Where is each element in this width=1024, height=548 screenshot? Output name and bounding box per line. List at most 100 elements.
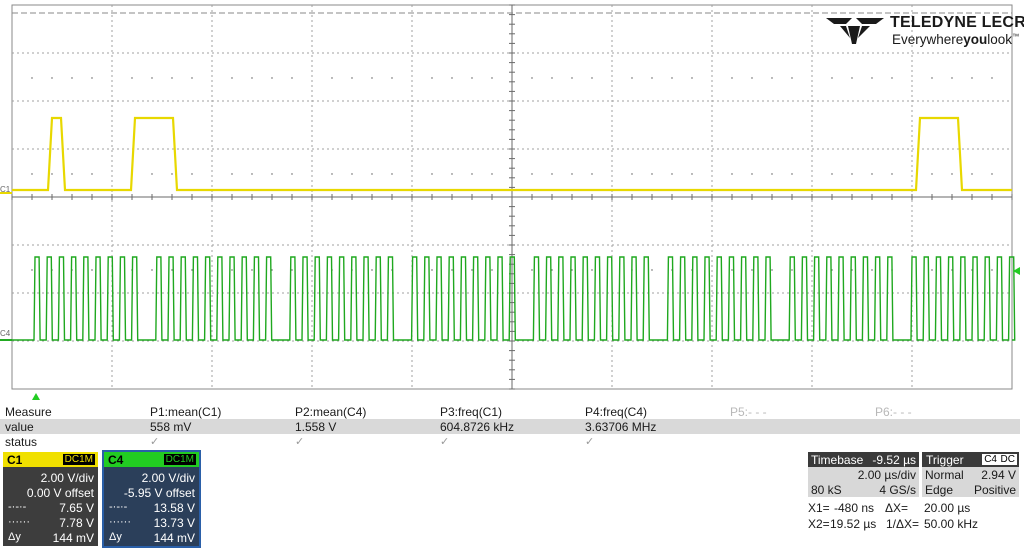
ch1-offset: 0.00 V offset [26, 486, 94, 500]
measure-value-row: value 558 mV 1.558 V 604.8726 kHz 3.6370… [0, 419, 1020, 434]
ch4-vdiv: 2.00 V/div [141, 471, 195, 485]
grid-dot [431, 173, 433, 175]
grid-dot [71, 173, 73, 175]
param-value: 1.558 V [295, 420, 337, 434]
ch1-ground-marker[interactable]: C1 [0, 185, 12, 194]
grid-dot [751, 269, 753, 271]
grid-dot [51, 173, 53, 175]
trigger-source: C4 [982, 454, 999, 465]
ch1-vdiv: 2.00 V/div [40, 471, 94, 485]
grid-dot [491, 77, 493, 79]
measurement-table[interactable]: Measure P1:mean(C1) P2:mean(C4) P3:freq(… [0, 404, 1020, 449]
cursor2-symbol: ······ [8, 516, 30, 528]
x2-value: 19.52 µs [830, 517, 877, 531]
grid-dot [371, 269, 373, 271]
inv-dx-value: 50.00 kHz [924, 517, 979, 531]
grid-dot [771, 77, 773, 79]
grid-dot [151, 173, 153, 175]
delta-y-label: Δy [8, 531, 21, 543]
param-name[interactable]: P5:- - - [730, 405, 767, 419]
ch1-marker-label: C1 [0, 185, 11, 194]
grid-dot [91, 173, 93, 175]
grid-dot [691, 173, 693, 175]
grid-dot [551, 173, 553, 175]
ch4-ground-marker[interactable]: C4 [0, 329, 12, 341]
grid-dot [991, 173, 993, 175]
timebase-rate: 4 GS/s [879, 483, 916, 497]
grid-dot [271, 77, 273, 79]
grid-dot [31, 269, 33, 271]
x1-value: -480 ns [834, 501, 875, 515]
grid-dot [691, 77, 693, 79]
grid-dot [571, 77, 573, 79]
ch1-cursor1-value: 7.65 V [59, 501, 94, 515]
grid-dot [551, 77, 553, 79]
dx-label: ΔX= [885, 501, 909, 515]
grid-dot [631, 173, 633, 175]
trigger-level: 2.94 V [981, 468, 1016, 482]
grid-dot [31, 77, 33, 79]
trigger-type: Edge [925, 483, 954, 497]
grid-dot [431, 269, 433, 271]
grid-dot [651, 269, 653, 271]
param-name[interactable]: P4:freq(C4) [585, 405, 647, 419]
grid-dot [991, 77, 993, 79]
param-name[interactable]: P1:mean(C1) [150, 405, 221, 419]
grid-dot [771, 173, 773, 175]
grid-dot [151, 269, 153, 271]
cursor-readout-x2: X2= 19.52 µs 1/ΔX= 50.00 kHz [808, 517, 1008, 532]
grid-dot [91, 269, 93, 271]
grid-dot [991, 269, 993, 271]
timebase-descriptor[interactable]: Timebase -9.52 µs 2.00 µs/div 80 kS 4 GS/… [808, 452, 919, 497]
x1-label: X1= [808, 501, 830, 515]
param-value: 604.8726 kHz [440, 420, 515, 434]
grid-dot [531, 173, 533, 175]
grid-dot [931, 269, 933, 271]
timebase-position: -9.52 µs [872, 453, 916, 467]
grid-dot [171, 173, 173, 175]
grid-dot [451, 77, 453, 79]
grid-dot [871, 77, 873, 79]
grid-dot [851, 173, 853, 175]
grid-dot [971, 77, 973, 79]
grid-dot [71, 77, 73, 79]
grid-dot [371, 77, 373, 79]
measure-row-label: Measure [5, 405, 52, 419]
grid-dot [331, 77, 333, 79]
grid-dot [271, 173, 273, 175]
cursor1-symbol: -·-·- [8, 501, 27, 513]
grid-dot [531, 77, 533, 79]
ch1-cursor2-value: 7.78 V [59, 516, 94, 530]
ch4-coupling: DC1M [163, 454, 196, 465]
trigger-position-marker[interactable] [32, 393, 40, 400]
channel-4-descriptor[interactable]: C4 DC1M 2.00 V/div -5.95 V offset -·-·- 13… [102, 450, 201, 548]
ch4-cursor2-value: 13.73 V [153, 516, 195, 530]
grid-dot [471, 269, 473, 271]
grid-dot [971, 173, 973, 175]
brand-tagline: Everywhereyoulook™ [892, 32, 1020, 47]
grid-dot [571, 173, 573, 175]
cursor2-symbol: ······ [109, 516, 131, 528]
grid-dot [791, 269, 793, 271]
waveform-grid[interactable]: C1 C4 [0, 0, 1024, 400]
grid-dot [291, 173, 293, 175]
dx-value: 20.00 µs [924, 501, 971, 515]
param-name[interactable]: P3:freq(C1) [440, 405, 502, 419]
grid-dot [391, 77, 393, 79]
trigger-descriptor[interactable]: Trigger C4 DC Normal 2.94 V Edge Positive [922, 452, 1019, 497]
param-name[interactable]: P6:- - - [875, 405, 912, 419]
grid-dot [351, 173, 353, 175]
grid-dot [791, 77, 793, 79]
channel-1-descriptor[interactable]: C1 DC1M 2.00 V/div 0.00 V offset -·-·- 7.6… [3, 452, 98, 546]
grid-dot [731, 77, 733, 79]
cursor1-symbol: -·-·- [109, 501, 128, 513]
grid-dot [591, 269, 593, 271]
grid-dot [891, 173, 893, 175]
param-name[interactable]: P2:mean(C4) [295, 405, 366, 419]
grid-dot [191, 173, 193, 175]
ch4-name: C4 [108, 453, 124, 467]
timebase-label: Timebase [811, 453, 864, 467]
trigger-mode: Normal [925, 468, 964, 482]
grid-dot [231, 173, 233, 175]
timebase-tdiv: 2.00 µs/div [857, 468, 916, 482]
